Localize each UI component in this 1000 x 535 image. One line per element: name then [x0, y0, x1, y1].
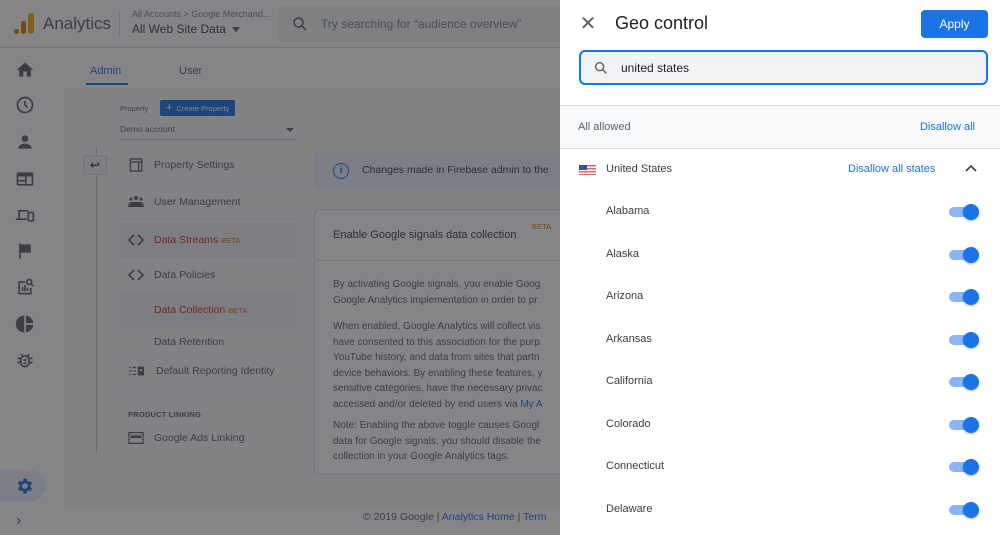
panel-title: Geo control: [615, 13, 709, 33]
disallow-all-states-button[interactable]: Disallow all states: [848, 163, 935, 175]
state-row: Colorado: [560, 404, 1000, 446]
state-name: Alaska: [606, 247, 640, 260]
toggle-knob: [963, 204, 979, 220]
state-name: Alabama: [606, 205, 650, 217]
country-name: United States: [606, 163, 673, 175]
state-allow-toggle[interactable]: [949, 331, 979, 348]
state-row: California: [560, 361, 1000, 403]
toggle-knob: [963, 459, 979, 475]
state-row: Alabama: [560, 191, 1000, 233]
state-row: Connecticut: [560, 446, 1000, 488]
toggle-knob: [963, 331, 979, 348]
state-row: Alaska: [560, 234, 1000, 276]
all-allowed-label: All allowed: [578, 121, 631, 133]
all-allowed-bar: All allowed Disallow all: [560, 105, 1000, 149]
geo-control-panel: ✕ Geo control Apply All allowed Disallow…: [560, 0, 1000, 535]
state-name: Delaware: [606, 502, 653, 515]
app-root: Analytics All Accounts > Google Merchand…: [0, 0, 1000, 535]
toggle-knob: [963, 246, 979, 263]
state-allow-toggle[interactable]: [949, 459, 979, 475]
state-allow-toggle[interactable]: [949, 416, 979, 433]
state-allow-toggle[interactable]: [949, 246, 979, 263]
search-icon: [594, 61, 607, 74]
state-name: Connecticut: [606, 460, 665, 472]
state-name: California: [606, 375, 653, 387]
state-allow-toggle[interactable]: [949, 501, 979, 518]
toggle-knob: [963, 416, 979, 433]
toggle-knob: [963, 289, 979, 305]
state-row: Arkansas: [560, 319, 1000, 361]
state-name: Colorado: [606, 417, 651, 430]
toggle-knob: [963, 374, 979, 390]
geo-search-field[interactable]: [579, 50, 988, 85]
us-flag-icon: [579, 165, 596, 175]
state-row: Delaware: [560, 489, 1000, 531]
state-allow-toggle[interactable]: [949, 374, 979, 390]
geo-search-input[interactable]: [621, 59, 971, 77]
state-row: Arizona: [560, 276, 1000, 318]
state-name: Arizona: [606, 290, 644, 302]
country-row-united-states: United States Disallow all states: [560, 149, 1000, 191]
toggle-knob: [963, 501, 979, 518]
chevron-up-icon[interactable]: [964, 162, 978, 176]
modal-scrim[interactable]: [0, 0, 560, 535]
disallow-all-button[interactable]: Disallow all: [920, 121, 975, 133]
state-allow-toggle[interactable]: [949, 204, 979, 220]
apply-button[interactable]: Apply: [921, 10, 988, 38]
close-icon[interactable]: ✕: [577, 13, 599, 35]
state-name: Arkansas: [606, 332, 652, 345]
state-allow-toggle[interactable]: [949, 289, 979, 305]
